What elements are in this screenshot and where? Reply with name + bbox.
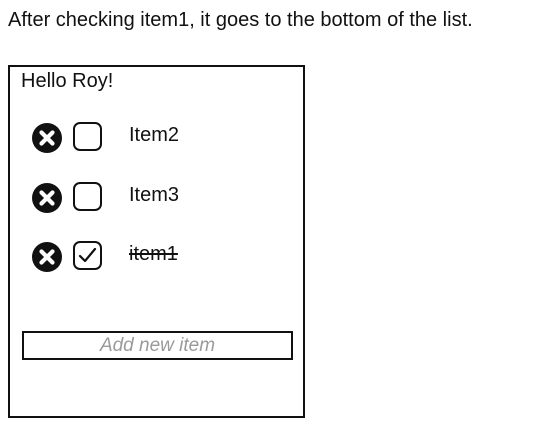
item-label: Item3: [129, 184, 180, 206]
item-checkbox[interactable]: [73, 182, 102, 211]
instruction-caption: After checking item1, it goes to the bot…: [8, 9, 473, 31]
delete-item-icon[interactable]: [32, 242, 62, 272]
item-label: Item2: [129, 124, 180, 146]
item-checkbox[interactable]: [73, 122, 102, 151]
add-item-input[interactable]: [22, 331, 293, 360]
todo-item-completed: item1: [32, 240, 292, 274]
item-label-completed: item1: [129, 243, 178, 265]
checkmark-icon: [78, 247, 97, 263]
item-checkbox-checked[interactable]: [73, 241, 102, 270]
delete-item-icon[interactable]: [32, 123, 62, 153]
todo-item: Item2: [32, 121, 292, 155]
greeting-text: Hello Roy!: [21, 70, 114, 92]
delete-item-icon[interactable]: [32, 183, 62, 213]
todo-item: Item3: [32, 181, 292, 215]
todo-panel: Hello Roy! Item2 Item3 item1: [8, 65, 305, 418]
